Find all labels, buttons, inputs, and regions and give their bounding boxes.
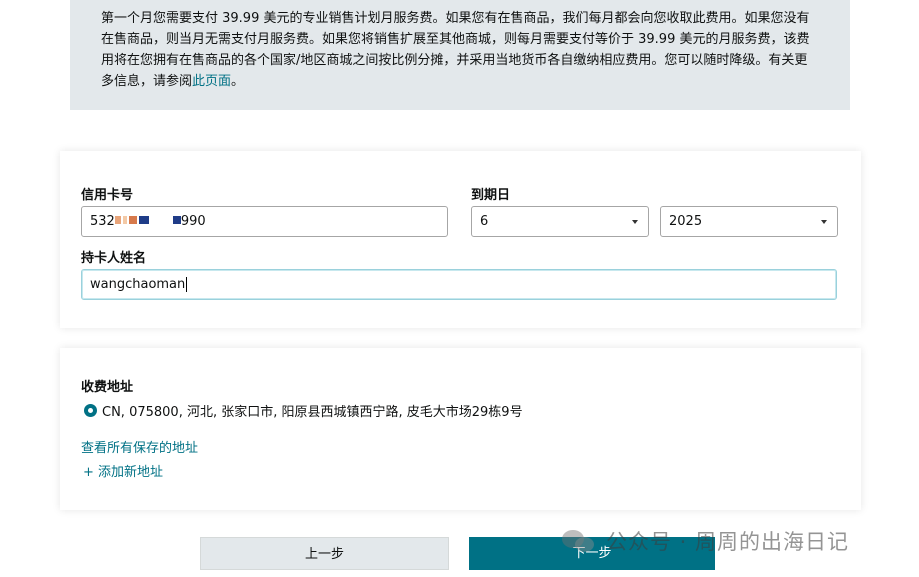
expiry-label: 到期日 [471,188,511,203]
fee-notice: 第一个月您需要支付 39.99 美元的专业销售计划月服务费。如果您有在售商品，我… [70,0,850,110]
chevron-down-icon [632,220,638,224]
card-number-prefix: 532 [90,214,115,229]
address-option-text: CN, 075800, 河北, 张家口市, 阳原县西城镇西宁路, 皮毛大市场29… [102,405,523,420]
view-saved-addresses-link[interactable]: 查看所有保存的地址 [81,437,198,456]
watermark: 公众号 · 周周的出海日记 [562,526,849,556]
holder-name-input[interactable]: wangchaoman [81,269,837,300]
expiry-year-select[interactable]: 2025 [660,206,838,237]
card-number-label: 信用卡号 [81,188,134,203]
address-option[interactable]: CN, 075800, 河北, 张家口市, 阳原县西城镇西宁路, 皮毛大市场29… [84,401,523,420]
card-number-mask [114,207,181,236]
text-caret [186,277,188,292]
add-new-address-link[interactable]: + 添加新地址 [83,461,163,480]
wechat-icon [562,528,600,554]
watermark-text: 公众号 · 周周的出海日记 [606,530,850,554]
radio-selected-icon[interactable] [84,404,97,417]
expiry-year-value: 2025 [669,214,703,229]
expiry-month-select[interactable]: 6 [471,206,649,237]
payment-card: 信用卡号 532 990 到期日 6 2025 持卡人姓名 wangchaoman [60,151,861,328]
chevron-down-icon [821,220,827,224]
holder-name-value: wangchaoman [90,277,186,292]
card-number-suffix: 990 [180,214,206,229]
card-number-input[interactable]: 532 990 [81,206,448,237]
previous-step-button[interactable]: 上一步 [200,537,449,570]
billing-address-card: 收费地址 CN, 075800, 河北, 张家口市, 阳原县西城镇西宁路, 皮毛… [60,348,861,510]
fee-info-link[interactable]: 此页面 [192,74,231,89]
expiry-month-value: 6 [480,214,489,229]
billing-address-label: 收费地址 [81,380,134,395]
holder-name-label: 持卡人姓名 [81,251,147,266]
fee-notice-end: 。 [231,74,245,89]
